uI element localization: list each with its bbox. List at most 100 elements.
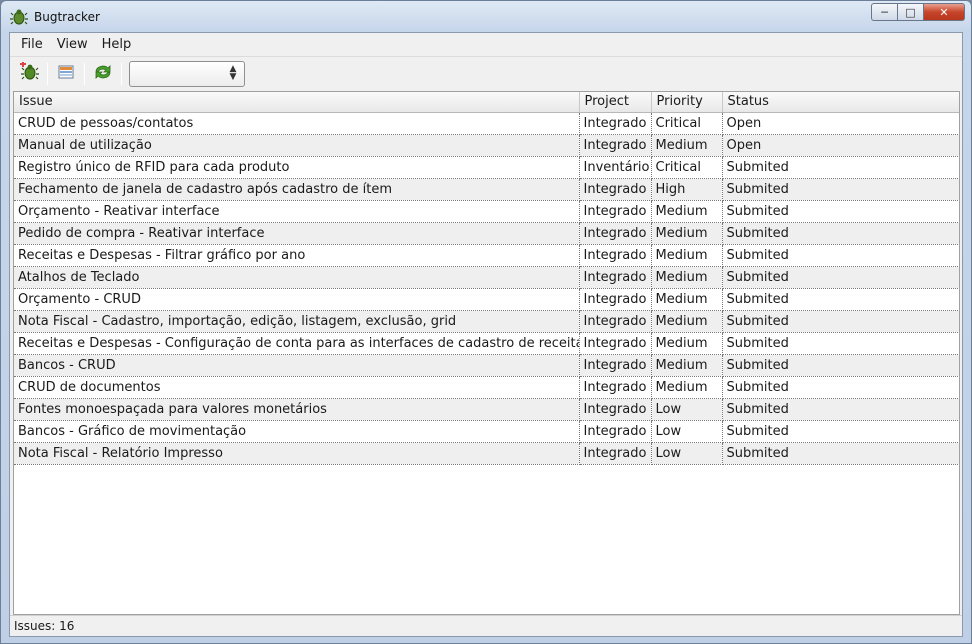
cell-project: Integrado <box>579 266 652 289</box>
cell-issue: Pedido de compra - Reativar interface <box>14 222 580 245</box>
issues-table-container[interactable]: Issue Project Priority Status CRUD de pe… <box>13 91 960 615</box>
project-filter-combo[interactable]: ▲ ▼ <box>129 61 245 87</box>
maximize-icon: □ <box>905 5 916 19</box>
bug-add-icon <box>19 61 39 86</box>
cell-project: Integrado <box>579 310 652 333</box>
status-bar: Issues: 16 <box>10 615 962 636</box>
toolbar-separator <box>47 63 48 85</box>
cell-status: Submited <box>722 222 959 245</box>
cell-status: Submited <box>722 398 959 421</box>
cell-project: Integrado <box>579 222 652 245</box>
cell-issue: Orçamento - CRUD <box>14 288 580 311</box>
caption-buttons: ─ □ ✕ <box>871 3 965 21</box>
issue-count-text: Issues: 16 <box>14 619 75 633</box>
table-row[interactable]: Receitas e Despesas - Filtrar gráfico po… <box>14 244 959 267</box>
cell-issue: Receitas e Despesas - Configuração de co… <box>14 332 580 355</box>
window-title: Bugtracker <box>34 10 100 24</box>
column-header-status[interactable]: Status <box>722 92 959 113</box>
cell-project: Integrado <box>579 288 652 311</box>
table-row[interactable]: Manual de utilização Integrado Medium Op… <box>14 134 959 157</box>
table-row[interactable]: Receitas e Despesas - Configuração de co… <box>14 332 959 355</box>
cell-priority: Medium <box>651 200 723 223</box>
cell-priority: Medium <box>651 222 723 245</box>
cell-project: Integrado <box>579 442 652 465</box>
cell-issue: Orçamento - Reativar interface <box>14 200 580 223</box>
cell-issue: Registro único de RFID para cada produto <box>14 156 580 179</box>
cell-project: Integrado <box>579 244 652 267</box>
cell-status: Submited <box>722 332 959 355</box>
minimize-icon: ─ <box>881 5 888 19</box>
cell-project: Integrado <box>579 200 652 223</box>
issues-table: Issue Project Priority Status CRUD de pe… <box>14 92 959 465</box>
menu-help[interactable]: Help <box>95 37 139 52</box>
cell-issue: Receitas e Despesas - Filtrar gráfico po… <box>14 244 580 267</box>
table-row[interactable]: Orçamento - Reativar interface Integrado… <box>14 200 959 223</box>
close-button[interactable]: ✕ <box>923 3 965 21</box>
maximize-button[interactable]: □ <box>897 3 923 21</box>
bug-icon <box>10 8 28 26</box>
cell-status: Submited <box>722 200 959 223</box>
table-row[interactable]: CRUD de documentos Integrado Medium Subm… <box>14 376 959 399</box>
bugtracker-window: Bugtracker ─ □ ✕ File View Help ▲ ▼ Issu… <box>0 0 972 644</box>
main-area: File View Help ▲ ▼ Issue Project Priorit… <box>9 32 963 637</box>
cell-status: Submited <box>722 156 959 179</box>
column-header-issue[interactable]: Issue <box>14 92 580 113</box>
table-row[interactable]: Bancos - Gráfico de movimentação Integra… <box>14 420 959 443</box>
cell-priority: Low <box>651 398 723 421</box>
cell-priority: Low <box>651 442 723 465</box>
new-issue-button[interactable] <box>16 61 42 87</box>
cell-status: Submited <box>722 354 959 377</box>
toolbar: ▲ ▼ <box>10 57 962 91</box>
cell-issue: Fechamento de janela de cadastro após ca… <box>14 178 580 201</box>
cell-project: Integrado <box>579 178 652 201</box>
cell-status: Submited <box>722 310 959 333</box>
cell-status: Submited <box>722 178 959 201</box>
table-row[interactable]: Registro único de RFID para cada produto… <box>14 156 959 179</box>
table-row[interactable]: Pedido de compra - Reativar interface In… <box>14 222 959 245</box>
table-row[interactable]: Atalhos de Teclado Integrado Medium Subm… <box>14 266 959 289</box>
toolbar-separator <box>121 63 122 85</box>
cell-status: Submited <box>722 288 959 311</box>
menu-file[interactable]: File <box>14 37 50 52</box>
title-bar[interactable]: Bugtracker ─ □ ✕ <box>1 1 971 33</box>
table-row[interactable]: Orçamento - CRUD Integrado Medium Submit… <box>14 288 959 311</box>
table-row[interactable]: CRUD de pessoas/contatos Integrado Criti… <box>14 112 959 135</box>
cell-status: Submited <box>722 244 959 267</box>
cell-issue: Fontes monoespaçada para valores monetár… <box>14 398 580 421</box>
cell-status: Submited <box>722 442 959 465</box>
close-icon: ✕ <box>939 5 949 19</box>
refresh-icon <box>93 62 113 86</box>
cell-issue: Bancos - Gráfico de movimentação <box>14 420 580 443</box>
table-row[interactable]: Bancos - CRUD Integrado Medium Submited <box>14 354 959 377</box>
table-row[interactable]: Fontes monoespaçada para valores monetár… <box>14 398 959 421</box>
minimize-button[interactable]: ─ <box>871 3 897 21</box>
refresh-button[interactable] <box>90 61 116 87</box>
cell-priority: High <box>651 178 723 201</box>
cell-priority: Medium <box>651 288 723 311</box>
cell-priority: Critical <box>651 112 723 135</box>
cell-project: Integrado <box>579 112 652 135</box>
cell-status: Submited <box>722 266 959 289</box>
cell-issue: Nota Fiscal - Cadastro, importação, ediç… <box>14 310 580 333</box>
column-header-project[interactable]: Project <box>579 92 652 113</box>
menu-view[interactable]: View <box>50 37 95 52</box>
cell-issue: Nota Fiscal - Relatório Impresso <box>14 442 580 465</box>
table-row[interactable]: Nota Fiscal - Cadastro, importação, ediç… <box>14 310 959 333</box>
column-header-priority[interactable]: Priority <box>651 92 723 113</box>
view-button[interactable] <box>53 61 79 87</box>
cell-priority: Medium <box>651 376 723 399</box>
cell-priority: Critical <box>651 156 723 179</box>
table-row[interactable]: Nota Fiscal - Relatório Impresso Integra… <box>14 442 959 465</box>
cell-project: Inventário <box>579 156 652 179</box>
updown-chevron-icon: ▲ ▼ <box>229 64 237 82</box>
cell-priority: Medium <box>651 354 723 377</box>
cell-issue: Bancos - CRUD <box>14 354 580 377</box>
cell-project: Integrado <box>579 420 652 443</box>
cell-issue: CRUD de pessoas/contatos <box>14 112 580 135</box>
cell-project: Integrado <box>579 376 652 399</box>
cell-project: Integrado <box>579 332 652 355</box>
cell-priority: Low <box>651 420 723 443</box>
table-row[interactable]: Fechamento de janela de cadastro após ca… <box>14 178 959 201</box>
table-header-row: Issue Project Priority Status <box>14 92 959 113</box>
cell-issue: Manual de utilização <box>14 134 580 157</box>
